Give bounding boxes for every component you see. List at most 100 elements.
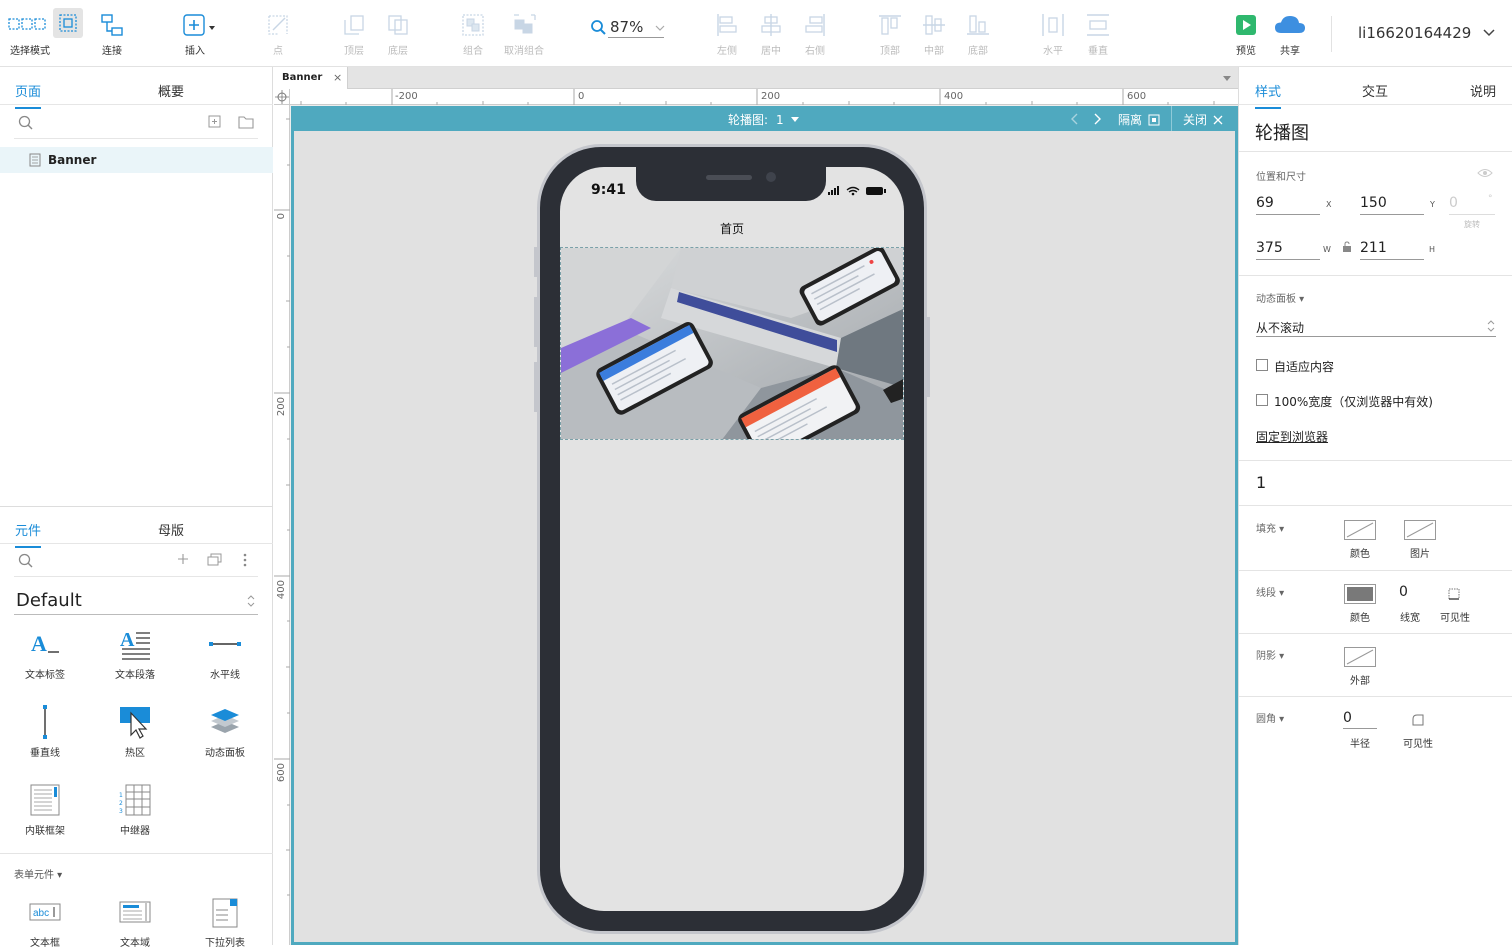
border-label: 线段 bbox=[1256, 588, 1276, 599]
zoom-control[interactable]: 87% bbox=[590, 18, 666, 38]
widget-text-field[interactable]: abc 文本框 bbox=[10, 890, 80, 949]
fit-content-checkbox[interactable] bbox=[1256, 359, 1268, 371]
tab-style[interactable]: 样式 bbox=[1255, 81, 1282, 109]
library-select[interactable]: Default bbox=[14, 587, 258, 615]
form-widgets-section[interactable]: 表单元件 ▾ bbox=[14, 866, 62, 881]
lock-icon[interactable] bbox=[1342, 241, 1352, 253]
select-mode-label: 选择模式 bbox=[10, 46, 50, 57]
svg-text:3: 3 bbox=[119, 808, 123, 815]
dynamic-panel-section[interactable]: 动态面板 ▾ bbox=[1256, 290, 1304, 305]
doc-tab-banner[interactable]: Banner × bbox=[274, 67, 348, 89]
width-input[interactable]: 375 bbox=[1256, 240, 1320, 260]
shadow-section[interactable]: 阴影 ▾ bbox=[1256, 647, 1284, 662]
prev-state-icon[interactable] bbox=[1070, 113, 1080, 125]
share-button[interactable]: 共享 bbox=[1260, 10, 1320, 57]
eye-icon[interactable] bbox=[1477, 167, 1493, 179]
group-icon bbox=[462, 14, 484, 36]
widget-label: 中继器 bbox=[120, 826, 150, 837]
tab-masters[interactable]: 母版 bbox=[158, 520, 184, 539]
point-button[interactable]: 点 bbox=[248, 10, 308, 57]
y-label: Y bbox=[1430, 200, 1435, 209]
next-state-icon[interactable] bbox=[1092, 113, 1102, 125]
corner-visibility-icon[interactable] bbox=[1411, 713, 1425, 727]
widget-inline-frame[interactable]: 内联框架 bbox=[10, 778, 80, 837]
ruler-label: 600 bbox=[1127, 91, 1147, 102]
connect-button[interactable]: 连接 bbox=[82, 10, 142, 57]
close-panel-button[interactable]: 关闭 bbox=[1183, 111, 1223, 128]
x-input[interactable]: 69 bbox=[1256, 195, 1320, 215]
border-width-input[interactable]: 0 bbox=[1399, 584, 1421, 600]
outer-shadow-caption: 外部 bbox=[1350, 676, 1370, 687]
section-divider bbox=[1239, 633, 1512, 634]
widget-vertical-line[interactable]: 垂直线 bbox=[10, 700, 80, 759]
border-visibility-icon[interactable] bbox=[1447, 587, 1461, 601]
tab-pages[interactable]: 页面 bbox=[15, 81, 42, 109]
align-right-button[interactable]: 右侧 bbox=[785, 10, 845, 57]
widget-text-label[interactable]: A 文本标签 bbox=[10, 622, 80, 681]
canvas-stage[interactable]: 9:41 首页 bbox=[294, 131, 1235, 942]
bottom-layer-button[interactable]: 底层 bbox=[368, 10, 428, 57]
widget-label: 文本域 bbox=[120, 938, 150, 949]
pages-tabs: 页面 概要 bbox=[0, 67, 273, 109]
tab-notes[interactable]: 说明 bbox=[1470, 81, 1496, 100]
panel-state-selector[interactable]: 轮播图: 1 bbox=[728, 111, 800, 128]
ungroup-button[interactable]: 取消组合 bbox=[494, 10, 554, 57]
state-name[interactable]: 1 bbox=[1256, 473, 1266, 492]
border-section[interactable]: 线段 ▾ bbox=[1256, 584, 1284, 599]
widget-repeater[interactable]: 123 中继器 bbox=[100, 778, 170, 837]
full-width-checkbox[interactable] bbox=[1256, 394, 1268, 406]
y-input[interactable]: 150 bbox=[1360, 195, 1424, 215]
bar-divider bbox=[1171, 106, 1172, 131]
widget-text-area[interactable]: 文本域 bbox=[100, 890, 170, 949]
widget-hotspot[interactable]: 热区 bbox=[100, 700, 170, 759]
send-to-back-icon bbox=[388, 15, 408, 35]
user-account-menu[interactable]: li16620164429 bbox=[1358, 24, 1496, 42]
bottom-layer-label: 底层 bbox=[388, 46, 408, 57]
page-item-banner[interactable]: Banner bbox=[0, 147, 273, 173]
insert-button[interactable]: 插入 bbox=[165, 10, 225, 57]
select-box-button[interactable] bbox=[53, 8, 83, 38]
svg-text:A: A bbox=[31, 631, 47, 656]
select-mode-button[interactable]: 选择模式 bbox=[0, 10, 60, 57]
watermark: @稀土掘金技术社区 bbox=[1326, 903, 1479, 923]
more-options-icon[interactable] bbox=[242, 553, 248, 567]
tab-outline[interactable]: 概要 bbox=[158, 81, 184, 100]
fill-label: 填充 bbox=[1256, 524, 1276, 535]
distribute-vertical-button[interactable]: 垂直 bbox=[1068, 10, 1128, 57]
fill-color-swatch[interactable] bbox=[1344, 520, 1376, 540]
widget-horizontal-line[interactable]: 水平线 bbox=[190, 622, 260, 681]
scroll-select[interactable]: 从不滚动 bbox=[1256, 319, 1496, 337]
tab-widgets[interactable]: 元件 bbox=[15, 520, 42, 548]
cloud-icon bbox=[1275, 16, 1305, 33]
corner-label: 圆角 bbox=[1256, 714, 1276, 725]
pin-to-browser-link[interactable]: 固定到浏览器 bbox=[1256, 428, 1328, 445]
carousel-banner[interactable] bbox=[560, 247, 904, 440]
repeater-icon: 123 bbox=[119, 784, 151, 816]
widget-dropdown-list[interactable]: 下拉列表 bbox=[190, 890, 260, 949]
align-top-icon bbox=[879, 15, 901, 35]
align-bottom-button[interactable]: 底部 bbox=[948, 10, 1008, 57]
search-icon[interactable] bbox=[18, 553, 34, 569]
fill-section[interactable]: 填充 ▾ bbox=[1256, 520, 1284, 535]
add-library-icon[interactable] bbox=[177, 553, 189, 565]
close-tab-icon[interactable]: × bbox=[333, 71, 342, 84]
fill-image-swatch[interactable] bbox=[1404, 520, 1436, 540]
close-label: 关闭 bbox=[1183, 113, 1208, 127]
height-input[interactable]: 211 bbox=[1360, 240, 1424, 260]
rotation-label: 旋转 bbox=[1464, 220, 1480, 229]
add-page-icon[interactable] bbox=[208, 115, 222, 129]
point-label: 点 bbox=[273, 46, 283, 57]
search-icon[interactable] bbox=[18, 115, 34, 131]
tab-interaction[interactable]: 交互 bbox=[1362, 81, 1388, 100]
outer-shadow-swatch[interactable] bbox=[1344, 647, 1376, 667]
add-folder-icon[interactable] bbox=[238, 115, 254, 129]
border-color-swatch[interactable] bbox=[1344, 584, 1376, 604]
tabs-dropdown-icon[interactable] bbox=[1222, 75, 1232, 83]
library-manage-icon[interactable] bbox=[207, 553, 223, 567]
corner-section[interactable]: 圆角 ▾ bbox=[1256, 710, 1284, 725]
corner-radius-input[interactable]: 0 bbox=[1343, 710, 1377, 729]
isolate-button[interactable]: 隔离 bbox=[1118, 111, 1160, 128]
widget-text-paragraph[interactable]: A 文本段落 bbox=[100, 622, 170, 681]
widget-name[interactable]: 轮播图 bbox=[1255, 119, 1309, 145]
widget-dynamic-panel[interactable]: 动态面板 bbox=[190, 700, 260, 759]
